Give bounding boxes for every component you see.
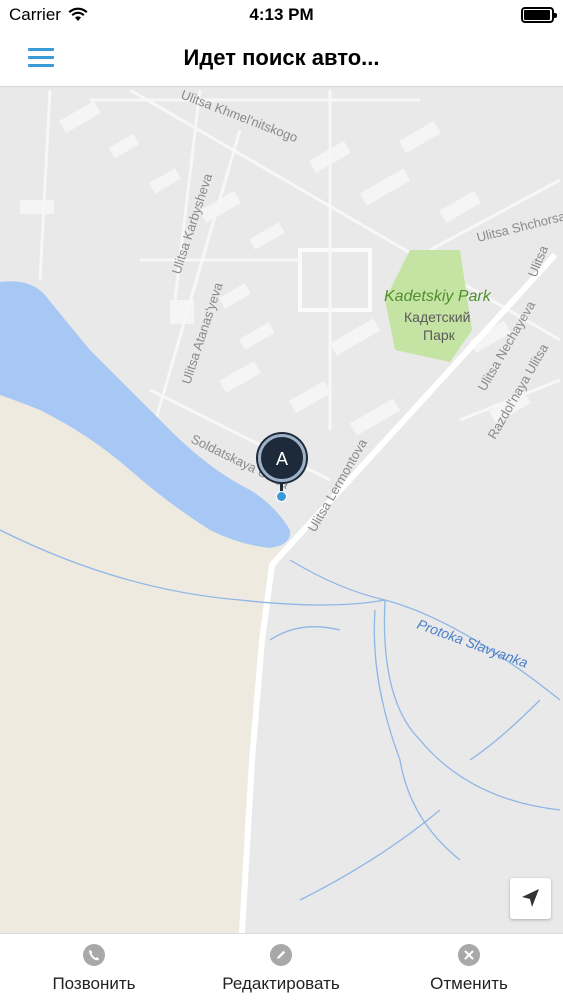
- call-button[interactable]: Позвонить: [28, 934, 160, 1000]
- park-label-ru: Парк: [423, 327, 456, 343]
- bottom-toolbar: Позвонить Редактировать Отменить: [0, 933, 563, 1000]
- navigation-bar: Идет поиск авто...: [0, 30, 563, 87]
- status-bar: Carrier 4:13 PM: [0, 0, 563, 30]
- status-time: 4:13 PM: [249, 5, 314, 24]
- battery-level: [524, 10, 550, 20]
- close-icon: [458, 944, 480, 966]
- battery-icon: [521, 7, 557, 23]
- my-location-button[interactable]: [510, 878, 551, 919]
- pin-marker-icon: A: [258, 434, 306, 482]
- page-title: Идет поиск авто...: [183, 45, 380, 70]
- cancel-label: Отменить: [430, 974, 508, 993]
- pickup-pin[interactable]: A: [258, 434, 306, 506]
- call-label: Позвонить: [52, 974, 136, 993]
- park-label-en: Kadetskiy Park: [384, 288, 492, 305]
- pin-location-dot: [276, 491, 287, 502]
- pencil-icon: [270, 944, 292, 966]
- map-canvas: Ulitsa Khmel'nitskogo Ulitsa Karbysheva …: [0, 87, 563, 933]
- edit-label: Редактировать: [222, 974, 340, 993]
- pin-label: A: [275, 449, 288, 469]
- edit-button[interactable]: Редактировать: [206, 934, 356, 1000]
- map-view[interactable]: Ulitsa Khmel'nitskogo Ulitsa Karbysheva …: [0, 87, 563, 933]
- park-label-ru: Кадетский: [404, 309, 470, 325]
- phone-icon: [83, 944, 105, 966]
- cancel-button[interactable]: Отменить: [410, 934, 528, 1000]
- location-arrow-icon: [522, 889, 539, 907]
